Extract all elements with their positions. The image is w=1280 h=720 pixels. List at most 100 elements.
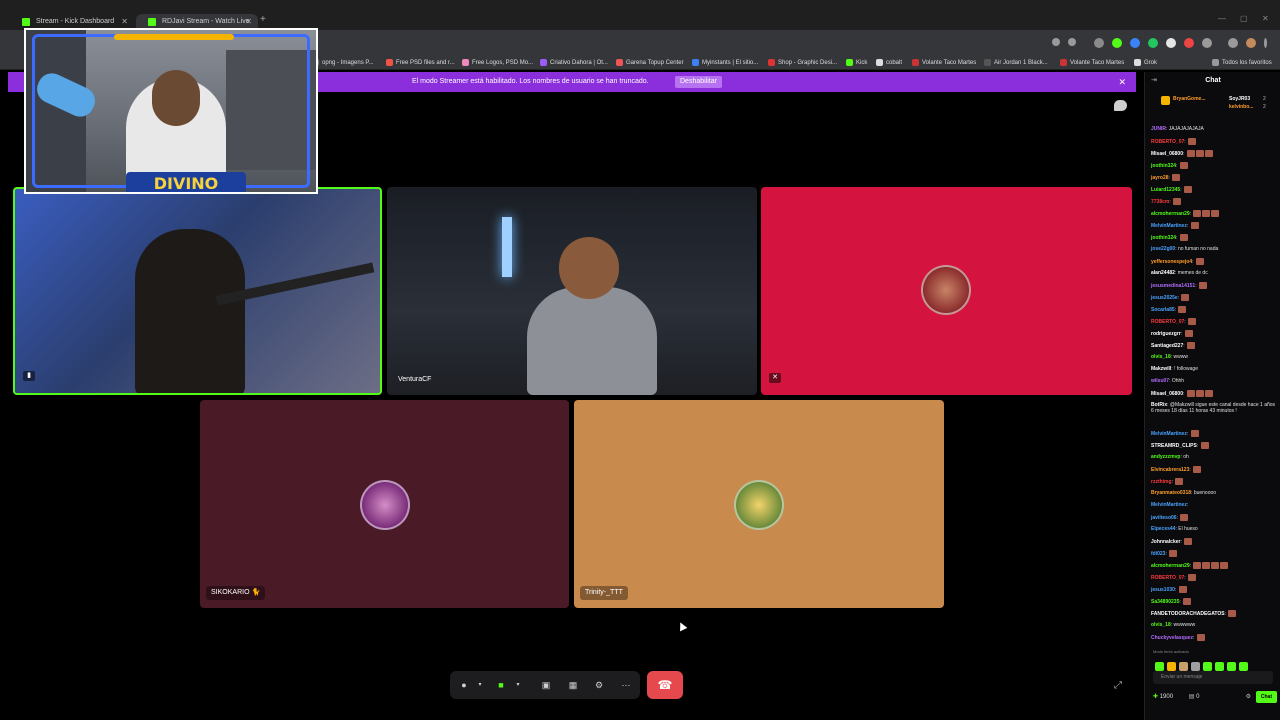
chat-username[interactable]: 7738cm [1151, 199, 1169, 205]
chat-username[interactable]: joothin324 [1151, 163, 1176, 169]
chat-username[interactable]: Misael_06800 [1151, 391, 1183, 397]
chat-username[interactable]: javiiteso06 [1151, 515, 1177, 521]
participant-tile[interactable]: Trinity-_TTT [574, 400, 944, 608]
close-window-icon[interactable]: ✕ [1262, 14, 1269, 23]
zoom-icon[interactable] [1052, 38, 1060, 46]
collapse-chat-icon[interactable]: ⇥ [1151, 72, 1157, 90]
maximize-icon[interactable]: ▢ [1240, 14, 1248, 23]
emote[interactable] [1203, 662, 1212, 671]
bookmark[interactable]: Garena Topup Center [616, 56, 684, 70]
chat-username[interactable]: Chuckyvelasquez [1151, 635, 1193, 641]
participant-tile[interactable]: VenturaCF [387, 187, 757, 395]
new-tab-button[interactable]: + [260, 14, 266, 25]
bookmark-star-icon[interactable] [1068, 38, 1076, 46]
chat-username[interactable]: Makzwill [1151, 366, 1171, 372]
emote[interactable] [1239, 662, 1248, 671]
chevron-down-icon[interactable]: ▾ [474, 679, 486, 691]
bookmark[interactable]: Volante Taco Martes [912, 56, 976, 70]
chat-username[interactable]: fdi023 [1151, 551, 1165, 557]
chat-username[interactable]: rodriguezgrr [1151, 331, 1181, 337]
minimize-icon[interactable]: — [1218, 14, 1226, 23]
puzzle-icon[interactable] [1202, 38, 1212, 48]
bookmark[interactable]: Kick [846, 56, 867, 70]
all-favorites-folder[interactable]: Todos los favoritos [1212, 56, 1272, 70]
chat-username[interactable]: alcmoherrnan29 [1151, 563, 1190, 569]
bookmark[interactable]: Free Logos, PSD Mo... [462, 56, 533, 70]
chat-username[interactable]: wilsu07 [1151, 378, 1169, 384]
chat-username[interactable]: Elpeces44 [1151, 526, 1175, 532]
chat-username[interactable]: ROBERTO_07 [1151, 139, 1184, 145]
chat-username[interactable]: Socarla85 [1151, 307, 1175, 313]
chat-username[interactable]: rzzthimg [1151, 479, 1172, 485]
chat-username[interactable]: Sa34890235 [1151, 599, 1179, 605]
chat-username[interactable]: STREAMRD_CLIPS [1151, 443, 1197, 449]
profile-avatar[interactable] [1246, 38, 1256, 48]
emote[interactable] [1155, 662, 1164, 671]
screen-share-icon[interactable]: ▣ [540, 679, 552, 691]
chat-username[interactable]: jesusmedina14151 [1151, 283, 1195, 289]
chat-username[interactable]: yeffersonespejo4 [1151, 259, 1192, 265]
emote[interactable] [1191, 662, 1200, 671]
close-banner-icon[interactable]: ✕ [1118, 72, 1126, 92]
emote[interactable] [1227, 662, 1236, 671]
bookmark[interactable]: Criativo Dahora | Ot... [540, 56, 608, 70]
extension-icon[interactable] [1130, 38, 1140, 48]
chat-username[interactable]: Luiard12345 [1151, 187, 1180, 193]
emote[interactable] [1179, 662, 1188, 671]
chat-username[interactable]: jesus2025e [1151, 295, 1178, 301]
camera-icon[interactable]: ■ [495, 679, 507, 691]
participant-tile[interactable]: SIKOKARIO 🐈 [200, 400, 569, 608]
chat-username[interactable]: alan24482 [1151, 270, 1175, 276]
bookmark[interactable]: Air Jordan 1 Black... [984, 56, 1048, 70]
chat-message-input[interactable]: Enviar un mensaje [1153, 671, 1273, 684]
send-chat-button[interactable]: Chat [1255, 691, 1277, 703]
chat-username[interactable]: olvis_18 [1151, 622, 1171, 628]
extension-icon[interactable] [1148, 38, 1158, 48]
extension-icon[interactable] [1094, 38, 1104, 48]
participant-tile[interactable]: ▮ [13, 187, 382, 395]
bookmark[interactable]: Grok [1134, 56, 1157, 70]
bookmark[interactable]: Volante Taco Martes [1060, 56, 1124, 70]
chat-username[interactable]: FANDETODORACHADEGATOS [1151, 611, 1225, 617]
extension-icon[interactable] [1112, 38, 1122, 48]
chat-bubble-icon[interactable] [1114, 100, 1127, 111]
chat-username[interactable]: jayro28 [1151, 175, 1169, 181]
chat-username[interactable]: olvis_18 [1151, 354, 1171, 360]
chat-username[interactable]: Santiaged227 [1151, 343, 1183, 349]
emote[interactable] [1215, 662, 1224, 671]
hang-up-button[interactable]: ☎ [647, 671, 683, 699]
disable-streamer-mode-button[interactable]: Deshabilitar [675, 76, 722, 88]
chat-username[interactable]: Elvincabrera123 [1151, 467, 1189, 473]
download-icon[interactable] [1228, 38, 1238, 48]
chat-username[interactable]: andyzzzmvp [1151, 454, 1180, 460]
participant-tile[interactable]: ✕ [761, 187, 1132, 395]
bookmark[interactable]: Shop - Graphic Desi... [768, 56, 837, 70]
chevron-down-icon[interactable]: ▾ [512, 679, 524, 691]
chat-username[interactable]: MelvinMartinez [1151, 223, 1187, 229]
chat-username[interactable]: MelvinMartinez [1151, 502, 1187, 508]
gear-icon[interactable]: ⚙ [1246, 690, 1251, 704]
chat-username[interactable]: ROBERTO_07 [1151, 319, 1184, 325]
chat-username[interactable]: joothin324 [1151, 235, 1176, 241]
menu-icon[interactable] [1264, 38, 1267, 48]
microphone-icon[interactable]: ● [458, 679, 470, 691]
chat-username[interactable]: MelvinMartinez [1151, 431, 1187, 437]
grid-layout-icon[interactable]: ▦ [567, 679, 579, 691]
chat-username[interactable]: JUNIR [1151, 126, 1166, 132]
chat-username[interactable]: jose22g00 [1151, 246, 1175, 252]
chat-username[interactable]: ROBERTO_07 [1151, 575, 1184, 581]
bookmark[interactable]: Free PSD files and r... [386, 56, 455, 70]
chat-username[interactable]: Misael_06800 [1151, 151, 1183, 157]
bookmark[interactable]: cobalt [876, 56, 902, 70]
settings-icon[interactable]: ⚙ [593, 679, 605, 691]
expand-icon[interactable]: ⤢ [1114, 680, 1126, 692]
chat-username[interactable]: alcmoherrnan29 [1151, 211, 1190, 217]
extension-icon[interactable] [1184, 38, 1194, 48]
chat-username[interactable]: jesus1030 [1151, 587, 1175, 593]
extension-icon[interactable] [1166, 38, 1176, 48]
emote[interactable] [1167, 662, 1176, 671]
chat-username[interactable]: Bryanmateo0318 [1151, 490, 1191, 496]
chat-username[interactable]: Johnnalcker [1151, 539, 1180, 545]
bookmark[interactable]: Myinstants | El sitio... [692, 56, 758, 70]
more-icon[interactable]: ⋯ [620, 679, 632, 691]
